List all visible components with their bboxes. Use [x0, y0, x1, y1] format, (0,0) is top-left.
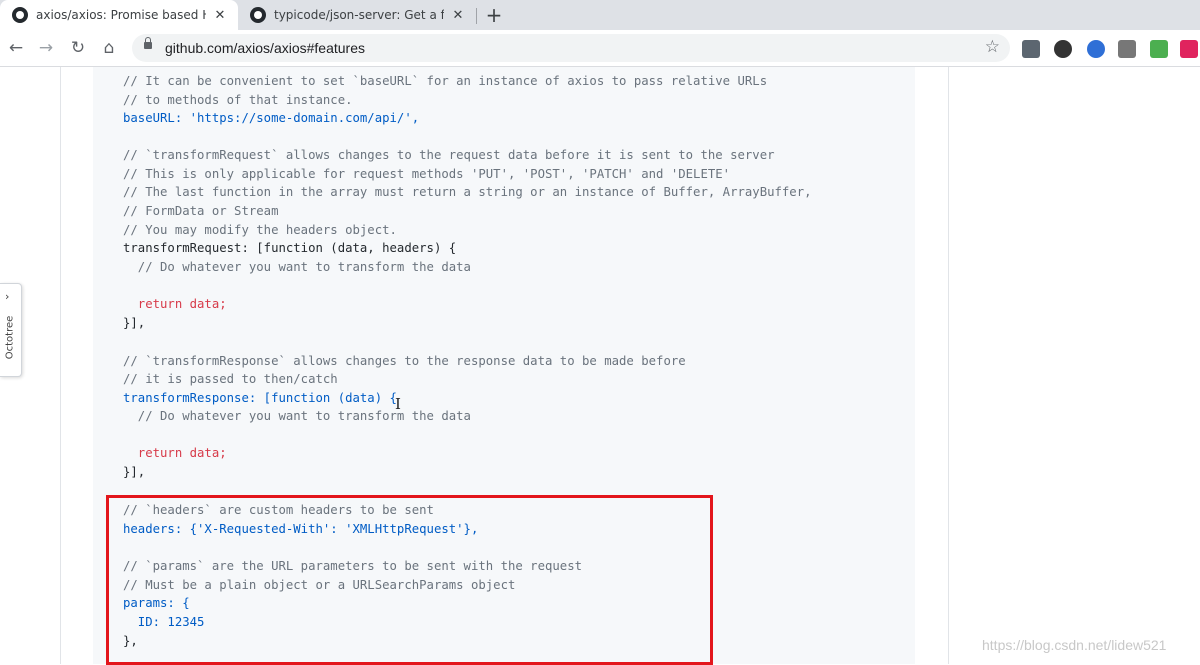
- code-line: return data;: [123, 297, 227, 311]
- back-button[interactable]: ←: [4, 36, 28, 60]
- close-tab-icon[interactable]: ✕: [212, 8, 228, 23]
- tab-json-server[interactable]: typicode/json-server: Get a ful ✕: [238, 0, 474, 30]
- tab-divider: [476, 8, 477, 24]
- github-icon: [250, 7, 266, 23]
- address-bar[interactable]: github.com/axios/axios#features ☆: [132, 34, 1010, 62]
- tab-title: typicode/json-server: Get a ful: [274, 8, 444, 22]
- code-line: return data;: [123, 446, 227, 460]
- extension-icon[interactable]: [1022, 40, 1040, 58]
- code-line: // This is only applicable for request m…: [123, 167, 731, 181]
- reload-button[interactable]: ↻: [66, 36, 90, 60]
- highlight-box: [106, 495, 713, 665]
- code-line: // It can be convenient to set `baseURL`…: [123, 74, 768, 88]
- extension-icon[interactable]: [1087, 40, 1105, 58]
- code-line: baseURL: 'https://some-domain.com/api/',: [123, 111, 420, 125]
- page-content: // It can be convenient to set `baseURL`…: [0, 67, 1200, 665]
- lock-icon: [144, 37, 152, 49]
- octotree-label: Octotree: [4, 315, 16, 360]
- code-line: transformRequest: [function (data, heade…: [123, 241, 457, 255]
- bookmark-star-icon[interactable]: ☆: [985, 37, 1000, 57]
- browser-toolbar: ← → ↻ ⌂ github.com/axios/axios#features …: [0, 30, 1200, 67]
- close-tab-icon[interactable]: ✕: [450, 8, 466, 23]
- text-cursor-icon: I: [395, 395, 401, 413]
- extension-icon[interactable]: [1180, 40, 1198, 58]
- code-line: // it is passed to then/catch: [123, 372, 338, 386]
- content-border: [60, 67, 61, 664]
- code-line: // The last function in the array must r…: [123, 185, 812, 199]
- code-line: // You may modify the headers object.: [123, 223, 397, 237]
- code-line: // FormData or Stream: [123, 204, 279, 218]
- forward-button[interactable]: →: [34, 36, 58, 60]
- new-tab-button[interactable]: +: [484, 3, 504, 27]
- github-icon: [12, 7, 28, 23]
- tab-title: axios/axios: Promise based HT: [36, 8, 206, 22]
- code-line: // to methods of that instance.: [123, 93, 353, 107]
- chevron-right-icon: ›: [5, 290, 10, 303]
- watermark: https://blog.csdn.net/lidew521: [982, 637, 1167, 653]
- code-line: }],: [123, 316, 146, 330]
- code-line: // Do whatever you want to transform the…: [123, 260, 471, 274]
- tab-strip: axios/axios: Promise based HT ✕ typicode…: [0, 0, 1200, 30]
- code-line: // `transformRequest` allows changes to …: [123, 148, 775, 162]
- octotree-toggle[interactable]: › Octotree: [0, 283, 22, 377]
- extension-icon[interactable]: [1150, 40, 1168, 58]
- extension-icon[interactable]: [1054, 40, 1072, 58]
- content-border: [948, 67, 949, 664]
- code-line: transformResponse: [function (data) {: [123, 391, 397, 405]
- home-button[interactable]: ⌂: [97, 36, 121, 60]
- code-line: // Do whatever you want to transform the…: [123, 409, 471, 423]
- code-line: // `transformResponse` allows changes to…: [123, 354, 686, 368]
- tab-axios[interactable]: axios/axios: Promise based HT ✕: [0, 0, 238, 30]
- extension-icon[interactable]: [1118, 40, 1136, 58]
- code-line: }],: [123, 465, 146, 479]
- url-text[interactable]: github.com/axios/axios#features: [165, 40, 365, 56]
